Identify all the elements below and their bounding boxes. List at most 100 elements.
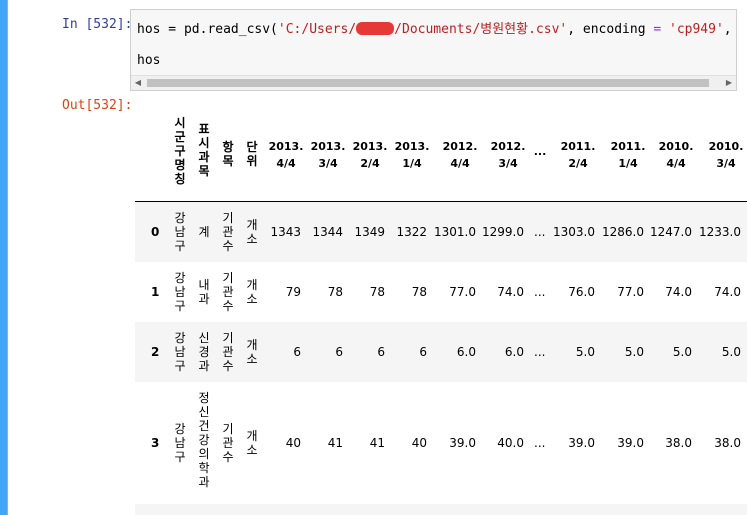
scrollbar-thumb[interactable] bbox=[147, 79, 709, 87]
cell-value: 5.0 bbox=[721, 345, 741, 359]
cell-value: 74.0 bbox=[714, 285, 741, 299]
col-header-year: 2011. bbox=[560, 140, 596, 153]
cell-unit: 개소 bbox=[246, 429, 258, 457]
cell-subject: 정신건강의학과 bbox=[198, 391, 210, 489]
cell-ellipsis: ... bbox=[534, 285, 546, 299]
input-prompt: In [532]: bbox=[62, 17, 133, 32]
cell-value: 77.0 bbox=[449, 285, 476, 299]
cell-value: 40.0 bbox=[497, 436, 524, 450]
cell-value: 5.0 bbox=[624, 345, 644, 359]
cell-value: 39.0 bbox=[568, 436, 595, 450]
cell-value: 1301.0 bbox=[434, 225, 476, 239]
cell-value: 1322 bbox=[396, 225, 427, 239]
col-header-quarter: 4/4 bbox=[450, 157, 470, 170]
cell-value: 74.0 bbox=[497, 285, 524, 299]
col-header-year: 2011. bbox=[610, 140, 646, 153]
col-header-year: 2010. bbox=[658, 140, 694, 153]
cell-value: 1299.0 bbox=[482, 225, 524, 239]
row-index: 3 bbox=[151, 436, 160, 450]
cell-value: 1247.0 bbox=[650, 225, 692, 239]
redaction-mark bbox=[356, 22, 395, 35]
col-header-year: 2013. bbox=[352, 140, 388, 153]
cell-subject: 내과 bbox=[198, 278, 210, 306]
code-token: , encoding bbox=[567, 22, 654, 37]
cell-value: 1303.0 bbox=[553, 225, 595, 239]
cell-value: 78 bbox=[411, 285, 427, 299]
col-header-year: 2012. bbox=[490, 140, 526, 153]
code-line-2[interactable]: hos bbox=[137, 53, 160, 68]
table-row: 3 강남구 정신건강의학과 기관수 개소 40 41 41 40 39.0 40… bbox=[135, 382, 747, 504]
cell-subject: 계 bbox=[198, 225, 210, 239]
col-header-quarter: 3/4 bbox=[716, 157, 736, 170]
cell-value: 39.0 bbox=[449, 436, 476, 450]
col-header-year: 2013. bbox=[310, 140, 346, 153]
cell-ellipsis: ... bbox=[534, 436, 546, 450]
cell-value: 40 bbox=[411, 436, 427, 450]
code-token: , skipro bbox=[723, 22, 732, 37]
cell-value: 1344 bbox=[312, 225, 343, 239]
cell-value: 39.0 bbox=[617, 436, 644, 450]
cell-value: 6 bbox=[335, 345, 343, 359]
code-editor[interactable]: hos = pd.read_csv('C:/Users/ /Documents/병… bbox=[130, 9, 737, 91]
col-header-year: 2013. bbox=[268, 140, 304, 153]
cell-value: 5.0 bbox=[575, 345, 595, 359]
cell-value: 1343 bbox=[270, 225, 301, 239]
cell-value: 41 bbox=[369, 436, 385, 450]
cell-value: 77.0 bbox=[617, 285, 644, 299]
row-index: 0 bbox=[151, 225, 160, 239]
cell-value: 76.0 bbox=[568, 285, 595, 299]
code-operator: = bbox=[653, 22, 662, 37]
cell-item: 기관수 bbox=[222, 271, 234, 313]
cell-value: 78 bbox=[369, 285, 385, 299]
cell-value: 78 bbox=[327, 285, 343, 299]
table-row: 2 강남구 신경과 기관수 개소 6 6 6 6 6.0 6.0 ... 5.0… bbox=[135, 322, 747, 382]
cell-value: 6 bbox=[377, 345, 385, 359]
cell-sigungu: 강남구 bbox=[174, 271, 186, 313]
table-row bbox=[135, 504, 747, 515]
cell-value: 38.0 bbox=[665, 436, 692, 450]
selected-cell-indicator bbox=[0, 0, 7, 515]
code-string: 'C:/Users/ bbox=[277, 22, 357, 37]
cell-sigungu: 강남구 bbox=[174, 211, 186, 253]
cell-item: 기관수 bbox=[222, 211, 234, 253]
code-string: 'cp949' bbox=[669, 22, 724, 37]
col-header-quarter: 4/4 bbox=[276, 157, 296, 170]
cell-value: 40 bbox=[285, 436, 301, 450]
scroll-left-icon[interactable]: ◀ bbox=[131, 77, 145, 89]
code-line-1[interactable]: hos = pd.read_csv('C:/Users/ /Documents/병… bbox=[137, 18, 736, 37]
code-token: hos = pd.read_csv( bbox=[137, 22, 278, 37]
cell-value: 6 bbox=[293, 345, 301, 359]
col-header-quarter: 4/4 bbox=[666, 157, 686, 170]
cell-unit: 개소 bbox=[246, 278, 258, 306]
cell-item: 기관수 bbox=[222, 422, 234, 464]
cell-value: 1233.0 bbox=[699, 225, 741, 239]
cell-sigungu: 강남구 bbox=[174, 422, 186, 464]
cell-ellipsis: ... bbox=[534, 345, 546, 359]
cell-unit: 개소 bbox=[246, 338, 258, 366]
cell-value: 38.0 bbox=[714, 436, 741, 450]
scroll-right-icon[interactable]: ▶ bbox=[722, 77, 736, 89]
row-index: 2 bbox=[151, 345, 160, 359]
col-header-quarter: 2/4 bbox=[568, 157, 588, 170]
col-header-year: 2012. bbox=[442, 140, 478, 153]
table-row: 1 강남구 내과 기관수 개소 79 78 78 78 77.0 74.0 ..… bbox=[135, 262, 747, 322]
cell-subject: 신경과 bbox=[198, 331, 210, 373]
col-header-quarter: 3/4 bbox=[318, 157, 338, 170]
horizontal-scrollbar[interactable]: ◀ ▶ bbox=[131, 75, 736, 90]
cell-value: 79 bbox=[285, 285, 301, 299]
cell-value: 5.0 bbox=[672, 345, 692, 359]
row-index: 1 bbox=[151, 285, 160, 299]
cell-unit: 개소 bbox=[246, 218, 258, 246]
cell-sigungu: 강남구 bbox=[174, 331, 186, 373]
cell-value: 74.0 bbox=[665, 285, 692, 299]
cell-value: 1286.0 bbox=[602, 225, 644, 239]
cell-item: 기관수 bbox=[222, 331, 234, 373]
cell-value: 6.0 bbox=[456, 345, 476, 359]
output-prompt: Out[532]: bbox=[62, 98, 133, 113]
col-header-quarter: 2/4 bbox=[360, 157, 380, 170]
cell-value: 41 bbox=[327, 436, 343, 450]
cell-value: 6 bbox=[419, 345, 427, 359]
col-header-quarter: 1/4 bbox=[402, 157, 422, 170]
col-header-year: 2013. bbox=[394, 140, 430, 153]
